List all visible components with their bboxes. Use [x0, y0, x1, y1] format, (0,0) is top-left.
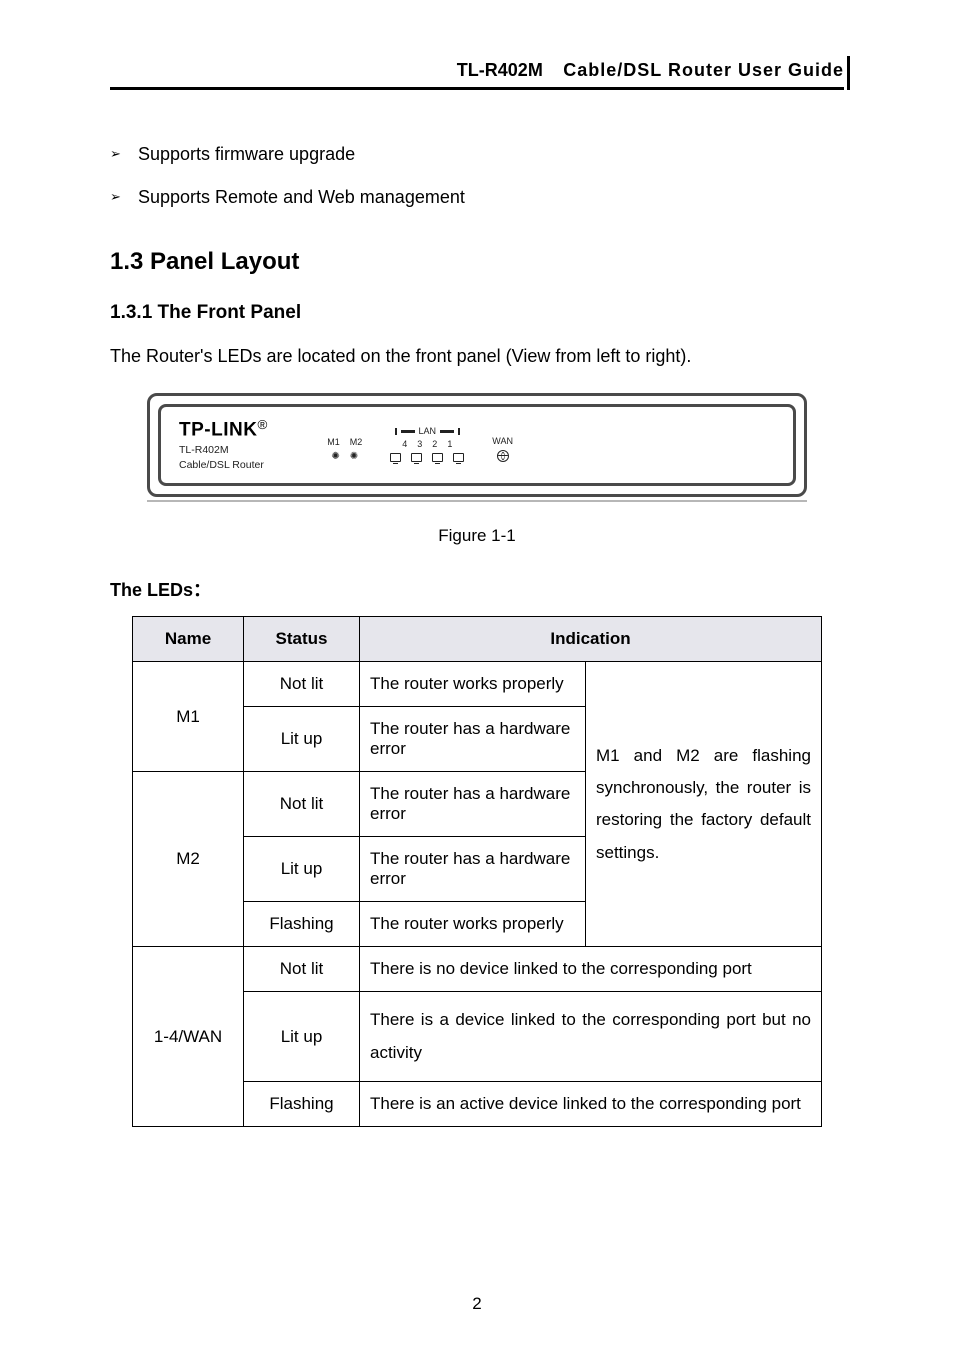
cell-status: Not lit [244, 662, 360, 707]
wan-label: WAN [492, 436, 513, 446]
m1-label: M1 [327, 437, 340, 447]
m-leds: M1 M2 ✺ ✺ [327, 437, 362, 462]
globe-icon [497, 450, 509, 462]
th-name: Name [133, 617, 244, 662]
wan-led: WAN [492, 436, 513, 462]
led-table: Name Status Indication M1 Not lit The ro… [132, 616, 822, 1127]
cell-indication: The router works properly [360, 902, 586, 947]
lan-num: 2 [432, 439, 437, 449]
leds-heading: The LEDs： [110, 576, 844, 602]
th-status: Status [244, 617, 360, 662]
led-block: M1 M2 ✺ ✺ LAN [327, 426, 513, 462]
cell-status: Lit up [244, 992, 360, 1082]
intro-paragraph: The Router's LEDs are located on the fro… [110, 346, 844, 367]
cell-status: Not lit [244, 947, 360, 992]
feature-item: Supports Remote and Web management [110, 187, 844, 208]
cell-indication: There is a device linked to the correspo… [360, 992, 822, 1082]
header-model: TL-R402M [457, 60, 543, 80]
cell-indication: The router has a hardware error [360, 707, 586, 772]
sun-icon: ✺ [350, 451, 358, 462]
brand-registered: ® [257, 417, 267, 432]
cell-name: M2 [133, 772, 244, 947]
cell-shared-note: M1 and M2 are flashing synchronously, th… [586, 662, 822, 947]
lan-label: LAN [419, 426, 437, 436]
lan-leds: LAN 4 3 2 1 [390, 426, 464, 462]
lan-num: 4 [402, 439, 407, 449]
table-header-row: Name Status Indication [133, 617, 822, 662]
header-title: Cable/DSL Router User Guide [563, 60, 844, 80]
cell-name: M1 [133, 662, 244, 772]
monitor-icon [453, 453, 464, 462]
cell-status: Lit up [244, 707, 360, 772]
cell-indication: There is an active device linked to the … [360, 1081, 822, 1126]
cell-name: 1-4/WAN [133, 947, 244, 1127]
monitor-icon [411, 453, 422, 462]
cell-indication: The router has a hardware error [360, 772, 586, 837]
page-header: TL-R402M Cable/DSL Router User Guide [110, 60, 844, 90]
subsection-heading: 1.3.1 The Front Panel [110, 302, 844, 324]
feature-list: Supports firmware upgrade Supports Remot… [110, 144, 844, 208]
lan-num: 1 [447, 439, 452, 449]
cell-status: Flashing [244, 1081, 360, 1126]
cell-indication: The router works properly [360, 662, 586, 707]
cell-status: Lit up [244, 837, 360, 902]
monitor-icon [390, 453, 401, 462]
feature-item: Supports firmware upgrade [110, 144, 844, 165]
table-row: M1 Not lit The router works properly M1 … [133, 662, 822, 707]
lan-num: 3 [417, 439, 422, 449]
figure-caption: Figure 1-1 [110, 526, 844, 546]
cell-indication: The router has a hardware error [360, 837, 586, 902]
brand-model: TL-R402M [179, 444, 267, 457]
section-heading: 1.3 Panel Layout [110, 248, 844, 276]
page-number: 2 [0, 1294, 954, 1314]
cell-status: Flashing [244, 902, 360, 947]
brand-block: TP-LINK® TL-R402M Cable/DSL Router [179, 417, 267, 471]
brand-text: TP-LINK [179, 419, 257, 440]
cell-status: Not lit [244, 772, 360, 837]
monitor-icon [432, 453, 443, 462]
brand-subtitle: Cable/DSL Router [179, 459, 267, 472]
table-row: 1-4/WAN Not lit There is no device linke… [133, 947, 822, 992]
sun-icon: ✺ [331, 451, 339, 462]
cell-indication: There is no device linked to the corresp… [360, 947, 822, 992]
front-panel-figure: TP-LINK® TL-R402M Cable/DSL Router M1 M2… [147, 393, 807, 508]
m2-label: M2 [350, 437, 363, 447]
th-indication: Indication [360, 617, 822, 662]
